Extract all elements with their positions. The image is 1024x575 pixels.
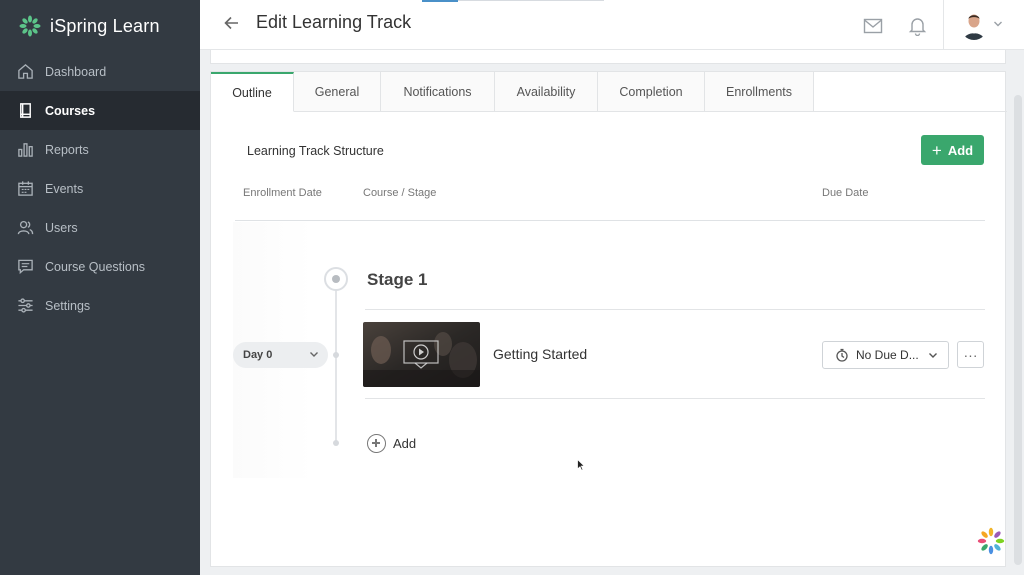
- tab-general[interactable]: General: [294, 72, 381, 112]
- back-arrow-icon[interactable]: [222, 13, 242, 33]
- sidebar-item-dashboard[interactable]: Dashboard: [0, 52, 200, 91]
- add-button-label: Add: [947, 142, 974, 158]
- sidebar-item-events[interactable]: Events: [0, 169, 200, 208]
- sidebar-item-label: Settings: [45, 298, 91, 313]
- chevron-down-icon: [310, 352, 318, 357]
- stage-node-icon: [324, 267, 348, 291]
- stage-divider: [365, 309, 985, 310]
- stage-title[interactable]: Stage 1: [367, 270, 427, 290]
- mouse-cursor-icon: [577, 459, 585, 471]
- mail-icon[interactable]: [863, 17, 883, 35]
- users-icon: [16, 219, 34, 237]
- tab-availability[interactable]: Availability: [495, 72, 598, 112]
- learning-track-panel: Outline General Notifications Availabili…: [210, 71, 1007, 567]
- tab-bar-underline: [813, 111, 1007, 112]
- tab-enrollments[interactable]: Enrollments: [705, 72, 814, 112]
- sidebar-item-course-questions[interactable]: Course Questions: [0, 247, 200, 286]
- calendar-icon: [16, 180, 34, 198]
- more-options-button[interactable]: ···: [957, 341, 984, 368]
- chevron-down-icon: [929, 353, 937, 358]
- header-subbar: [210, 50, 1006, 64]
- app-name: iSpring Learn: [50, 15, 160, 36]
- sidebar-item-courses[interactable]: Courses: [0, 91, 200, 130]
- day-offset-value: Day 0: [243, 349, 273, 361]
- loading-indicator: [422, 0, 458, 2]
- stopwatch-icon: [836, 348, 848, 362]
- course-thumbnail[interactable]: [363, 322, 480, 387]
- sidebar-item-users[interactable]: Users: [0, 208, 200, 247]
- add-button[interactable]: + Add: [921, 135, 984, 165]
- plus-icon: +: [931, 140, 942, 160]
- loading-track: [458, 0, 604, 1]
- app-logo[interactable]: iSpring Learn: [18, 12, 160, 40]
- bar-chart-icon: [16, 141, 34, 159]
- tab-outline[interactable]: Outline: [211, 72, 294, 112]
- course-title[interactable]: Getting Started: [493, 346, 587, 362]
- tab-bar: Outline General Notifications Availabili…: [211, 72, 814, 112]
- comment-icon: [16, 258, 34, 276]
- due-date-value: No Due D...: [856, 348, 919, 362]
- section-title: Learning Track Structure: [247, 144, 384, 158]
- sidebar-item-label: Users: [45, 220, 78, 235]
- sidebar-item-label: Course Questions: [45, 259, 146, 274]
- sliders-icon: [16, 297, 34, 315]
- sidebar-item-settings[interactable]: Settings: [0, 286, 200, 325]
- day-offset-dropdown[interactable]: Day 0: [233, 342, 328, 368]
- due-date-dropdown[interactable]: No Due D...: [822, 341, 949, 369]
- page-scrollbar[interactable]: [1014, 95, 1022, 565]
- header-divider: [943, 0, 944, 50]
- avatar[interactable]: [960, 10, 988, 40]
- page-title: Edit Learning Track: [256, 12, 412, 32]
- timeline-dot: [333, 352, 339, 358]
- sidebar-item-label: Courses: [45, 103, 96, 118]
- sidebar-item-label: Dashboard: [45, 64, 107, 79]
- top-header: Edit Learning Track: [200, 0, 1024, 50]
- book-icon: [16, 102, 34, 120]
- sidebar-nav: Dashboard Courses Reports Events Users C…: [0, 52, 200, 325]
- add-course-label: Add: [393, 436, 417, 451]
- sidebar-item-label: Reports: [45, 142, 89, 157]
- timeline-dot: [333, 440, 339, 446]
- home-icon: [16, 63, 34, 81]
- tab-notifications[interactable]: Notifications: [381, 72, 495, 112]
- column-header-due-date: Due Date: [822, 187, 869, 199]
- add-course-link[interactable]: Add: [367, 434, 416, 453]
- chevron-down-icon[interactable]: [993, 20, 1003, 28]
- plus-circle-icon: [367, 434, 386, 453]
- ispring-logo-icon: [19, 15, 41, 37]
- ispring-brand-icon: [977, 527, 1005, 555]
- course-divider: [365, 398, 985, 399]
- sidebar: iSpring Learn Dashboard Courses Reports …: [0, 0, 200, 575]
- sidebar-item-label: Events: [45, 181, 84, 196]
- header-divider-line: [235, 220, 985, 221]
- tab-completion[interactable]: Completion: [598, 72, 705, 112]
- column-header-enrollment-date: Enrollment Date: [243, 187, 322, 199]
- column-header-course-stage: Course / Stage: [363, 187, 437, 199]
- bell-icon[interactable]: [908, 16, 927, 36]
- timeline-line: [335, 290, 337, 442]
- sidebar-item-reports[interactable]: Reports: [0, 130, 200, 169]
